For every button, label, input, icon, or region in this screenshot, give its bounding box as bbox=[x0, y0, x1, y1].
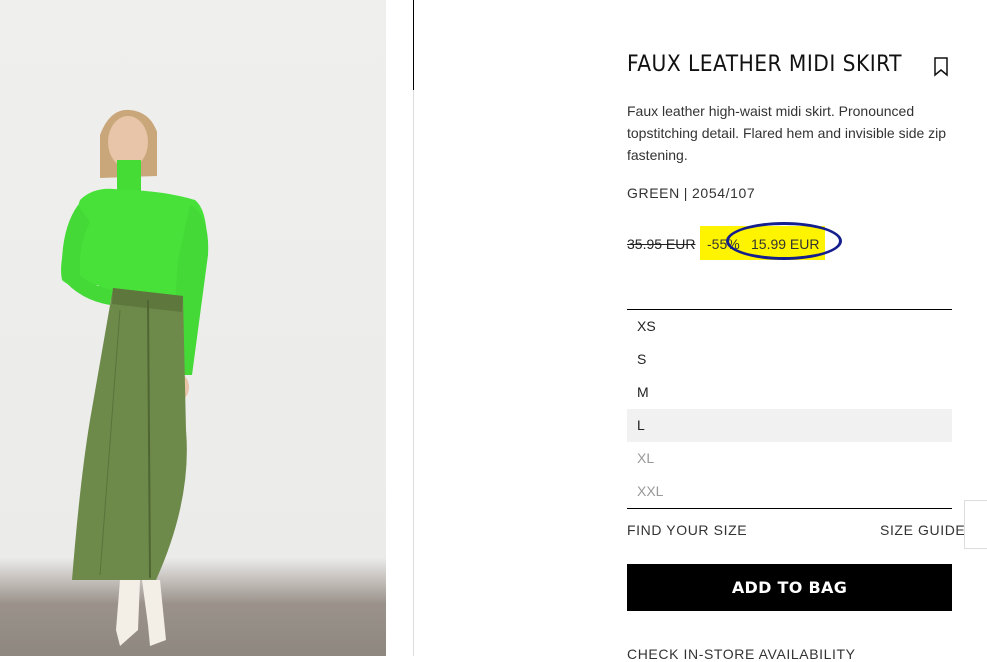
size-option-l[interactable]: L bbox=[627, 409, 952, 442]
separator: | bbox=[683, 185, 689, 201]
size-selector: XS S M L XL XXL bbox=[627, 309, 952, 509]
add-to-bag-button[interactable]: ADD TO BAG bbox=[627, 564, 952, 611]
color-reference: GREEN | 2054/107 bbox=[627, 185, 755, 201]
gallery-divider bbox=[413, 90, 414, 656]
bookmark-icon[interactable] bbox=[933, 57, 949, 77]
product-title: FAUX LEATHER MIDI SKIRT bbox=[627, 52, 903, 77]
size-option-xs[interactable]: XS bbox=[627, 310, 952, 343]
size-option-m[interactable]: M bbox=[627, 376, 952, 409]
annotation-circle bbox=[726, 222, 842, 260]
product-reference: 2054/107 bbox=[692, 185, 756, 201]
product-color: GREEN bbox=[627, 185, 680, 201]
size-option-xl[interactable]: XL bbox=[627, 442, 952, 475]
product-description: Faux leather high-waist midi skirt. Pron… bbox=[627, 103, 947, 163]
side-panel-tab[interactable] bbox=[964, 500, 987, 549]
gallery-divider-active bbox=[413, 0, 414, 90]
size-option-xxl[interactable]: XXL bbox=[627, 475, 952, 508]
find-your-size-link[interactable]: FIND YOUR SIZE bbox=[627, 522, 747, 538]
old-price: 35.95 EUR bbox=[627, 236, 696, 252]
product-image[interactable] bbox=[0, 0, 386, 656]
size-option-s[interactable]: S bbox=[627, 343, 952, 376]
check-in-store-link[interactable]: CHECK IN-STORE AVAILABILITY bbox=[627, 646, 856, 662]
size-guide-link[interactable]: SIZE GUIDE bbox=[880, 522, 965, 538]
model-illustration bbox=[61, 109, 209, 646]
